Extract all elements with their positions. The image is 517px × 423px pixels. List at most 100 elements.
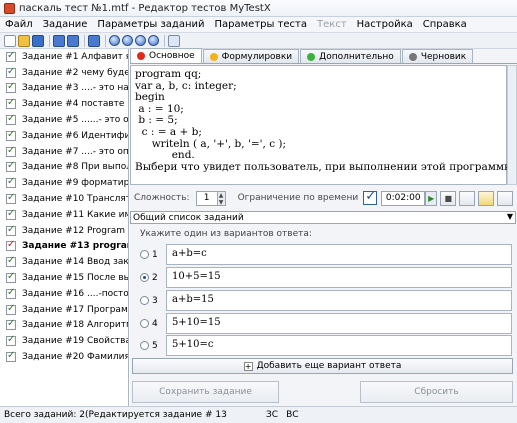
menu-file[interactable]: Файл	[0, 19, 38, 30]
tab-label: Дополнительно	[319, 51, 394, 62]
task-item[interactable]: Задание #9 форматирован	[0, 175, 128, 191]
insert-task-icon[interactable]	[67, 34, 79, 47]
difficulty-input[interactable]: 1	[195, 190, 218, 206]
task-item[interactable]: Задание #5 ......- это обслу	[0, 112, 128, 128]
blank-icon[interactable]	[459, 190, 476, 206]
question-text-editor[interactable]: program qq; var a, b, c: integer; begin …	[130, 65, 516, 185]
answer-text-field[interactable]: 5+10=15	[166, 313, 512, 334]
tab-draft[interactable]: Черновик	[401, 49, 474, 63]
answer-radio[interactable]	[140, 341, 149, 350]
task-label: Задание #13 program qq	[22, 241, 128, 252]
task-label: Задание #1 Алфавит языка	[22, 51, 128, 62]
camera-icon[interactable]: ■	[440, 190, 457, 206]
editor-scrollbar[interactable]	[507, 65, 517, 185]
arrow-up-icon[interactable]	[109, 35, 120, 46]
chevron-down-icon: ▼	[506, 212, 513, 221]
tab-additional[interactable]: Дополнительно	[300, 49, 401, 63]
difficulty-spinner[interactable]: ▲ ▼	[217, 190, 226, 206]
task-item[interactable]: Задание #18 Алгоритм - оп	[0, 318, 128, 334]
task-item[interactable]: Задание #2 чему будет ра	[0, 65, 128, 81]
status-bar: Всего заданий: 2(Редактируется задание #…	[0, 406, 517, 423]
task-item[interactable]: Задание #11 Какие имена	[0, 207, 128, 223]
menu-test-params[interactable]: Параметры теста	[210, 19, 313, 30]
task-item[interactable]: Задание #8 При выполнени	[0, 160, 128, 176]
menu-text[interactable]: Текст	[312, 19, 352, 30]
time-limit-input[interactable]: 0:02:00	[381, 190, 426, 206]
task-item[interactable]: Задание #3 ....- это набор	[0, 81, 128, 97]
refresh-icon[interactable]	[135, 35, 146, 46]
task-item[interactable]: Задание #12 Program Ploshi	[0, 223, 128, 239]
add-task-icon[interactable]	[53, 34, 65, 47]
task-item[interactable]: Задание #1 Алфавит языка	[0, 49, 128, 65]
new-file-icon[interactable]	[4, 34, 16, 47]
answer-radio[interactable]	[140, 319, 149, 328]
task-item[interactable]: Задание #4 поставте разде	[0, 96, 128, 112]
preview-icon[interactable]	[148, 35, 159, 46]
task-item[interactable]: Задание #10 Транслятор -	[0, 191, 128, 207]
clipboard-icon[interactable]	[478, 190, 495, 206]
task-item[interactable]: Задание #7 ....- это описан	[0, 144, 128, 160]
task-label: Задание #11 Какие имена	[22, 209, 128, 220]
arrow-down-icon[interactable]	[122, 35, 133, 46]
menu-help[interactable]: Справка	[418, 19, 472, 30]
time-spinner-icon[interactable]: ▶	[425, 190, 438, 206]
tab-main[interactable]: Основное	[130, 48, 202, 63]
task-check-icon	[6, 334, 16, 347]
task-label: Задание #18 Алгоритм - оп	[22, 320, 128, 331]
task-label: Задание #15 После выполн	[22, 273, 128, 284]
menu-task[interactable]: Задание	[38, 19, 93, 30]
task-item[interactable]: Задание #20 Фамилия учен	[0, 349, 128, 365]
time-limit-checkbox[interactable]	[363, 189, 378, 205]
task-item-selected[interactable]: Задание #13 program qq	[0, 239, 128, 255]
answer-radio[interactable]	[140, 296, 149, 305]
task-list-dropdown[interactable]: Общий список заданий ▼	[130, 211, 516, 224]
answer-radio[interactable]	[140, 250, 149, 259]
tab-label: Черновик	[420, 51, 467, 62]
toolbar-separator	[105, 34, 106, 47]
task-check-icon	[6, 287, 16, 299]
task-item[interactable]: Задание #15 После выполн	[0, 270, 128, 286]
task-label: Задание #2 чему будет ра	[22, 67, 128, 78]
dropdown-value: Общий список заданий	[133, 212, 244, 223]
answer-text-field[interactable]: 5+10=c	[166, 335, 512, 356]
task-check-icon	[6, 192, 16, 205]
answer-text-field[interactable]: a+b=15	[166, 290, 512, 311]
task-settings-row: Сложность: 1 ▲▼ Ограничение по времени 0…	[130, 188, 517, 208]
menu-task-params[interactable]: Параметры заданий	[92, 19, 209, 30]
info-icon[interactable]	[168, 34, 180, 47]
task-item[interactable]: Задание #19 Свойства алго	[0, 333, 128, 349]
window-title: паскаль тест №1.mtf - Редактор тестов My…	[19, 2, 271, 14]
answer-number: 2	[152, 272, 158, 283]
task-editor: Основное Формулировки Дополнительно Черн…	[130, 48, 517, 406]
task-check-icon	[6, 224, 16, 236]
add-answer-label: Добавить еще вариант ответа	[256, 361, 402, 371]
task-item[interactable]: Задание #14 Ввод заканчи	[0, 254, 128, 270]
add-answer-button[interactable]: + Добавить еще вариант ответа	[132, 358, 513, 374]
delete-task-icon[interactable]	[88, 34, 100, 47]
save-icon[interactable]	[32, 34, 44, 47]
task-label: Задание #6 Идентификато	[22, 130, 128, 141]
tab-formulations[interactable]: Формулировки	[202, 49, 300, 63]
answer-text-field[interactable]: a+b=c	[166, 244, 512, 265]
task-label: Задание #5 ......- это обслу	[22, 115, 128, 126]
save-task-button[interactable]: Сохранить задание	[132, 381, 279, 403]
toolbar	[0, 33, 517, 49]
task-label: Задание #14 Ввод заканчи	[22, 257, 128, 268]
reset-button[interactable]: Сбросить	[360, 381, 513, 403]
answer-text-field[interactable]: 10+5=15	[166, 267, 512, 288]
task-check-icon	[6, 239, 16, 252]
task-check-icon	[6, 113, 16, 126]
question-line: begin	[135, 91, 165, 104]
task-item[interactable]: Задание #6 Идентификато	[0, 128, 128, 144]
task-check-icon	[6, 129, 16, 141]
answer-radio-selected[interactable]	[140, 273, 149, 282]
tab-strip: Основное Формулировки Дополнительно Черн…	[130, 48, 517, 64]
task-label: Задание #20 Фамилия учен	[22, 352, 128, 363]
task-item[interactable]: Задание #17 Программа на	[0, 302, 128, 318]
open-folder-icon[interactable]	[18, 34, 30, 47]
task-item[interactable]: Задание #16 ....-постоянна	[0, 286, 128, 302]
toolbar-separator	[49, 34, 50, 47]
task-check-icon	[6, 318, 16, 331]
extra-button-icon[interactable]	[497, 190, 514, 206]
menu-settings[interactable]: Настройка	[352, 19, 418, 30]
